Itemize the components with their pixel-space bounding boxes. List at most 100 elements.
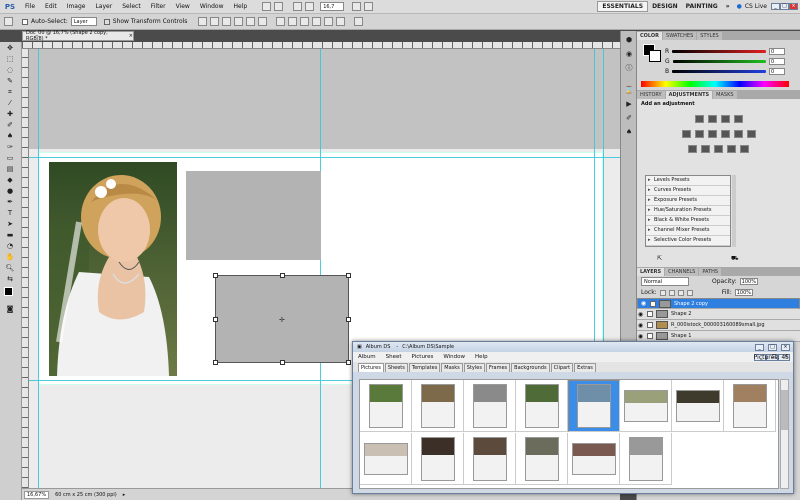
- picture-thumbnail[interactable]: [568, 380, 620, 432]
- zoom-tool-icon[interactable]: [305, 2, 315, 11]
- 3d-tool-icon[interactable]: ◔: [3, 241, 17, 251]
- exposure-icon[interactable]: [733, 115, 743, 123]
- dock-info-icon[interactable]: ⓘ: [622, 63, 636, 73]
- dock-history-icon[interactable]: ⌛: [622, 85, 636, 95]
- channel-g-input[interactable]: 0: [769, 57, 785, 65]
- guide-horizontal[interactable]: [29, 157, 620, 158]
- workspace-essentials[interactable]: ESSENTIALS: [597, 1, 649, 12]
- album-tab-templates[interactable]: Templates: [408, 363, 441, 372]
- transform-handle[interactable]: [346, 360, 351, 365]
- channel-b-input[interactable]: 0: [769, 67, 785, 75]
- pictures-scroll-thumb[interactable]: [781, 390, 788, 430]
- layer-row[interactable]: ◉ Shape 2: [637, 309, 800, 320]
- menu-select[interactable]: Select: [117, 3, 146, 10]
- healing-tool-icon[interactable]: ✚: [3, 109, 17, 119]
- foreground-color[interactable]: [4, 287, 13, 296]
- channel-mixer-icon[interactable]: [746, 130, 756, 138]
- close-button[interactable]: ×: [789, 3, 798, 10]
- align-right-icon[interactable]: [258, 17, 268, 26]
- dock-clone-icon[interactable]: ♠: [622, 127, 636, 137]
- shape-tool-icon[interactable]: ▬: [3, 230, 17, 240]
- zoom-tool-icon[interactable]: 🔍︎: [3, 263, 17, 273]
- blur-tool-icon[interactable]: ◆: [3, 175, 17, 185]
- path-select-tool-icon[interactable]: ➤: [3, 219, 17, 229]
- picture-thumbnail[interactable]: [516, 380, 568, 432]
- tab-swatches[interactable]: SWATCHES: [663, 32, 697, 40]
- tab-styles[interactable]: STYLES: [697, 32, 722, 40]
- minimize-button[interactable]: _: [771, 3, 780, 10]
- lock-position-icon[interactable]: [677, 289, 684, 296]
- preset-exposure[interactable]: Exposure Presets: [646, 196, 730, 206]
- eyedropper-tool-icon[interactable]: ⁄: [3, 98, 17, 108]
- guide-vertical[interactable]: [320, 49, 321, 488]
- quick-select-tool-icon[interactable]: ✎: [3, 76, 17, 86]
- channel-b-slider[interactable]: [672, 69, 766, 73]
- layer-link-checkbox[interactable]: [647, 322, 653, 328]
- transform-controls-checkbox[interactable]: [103, 18, 110, 25]
- tab-paths[interactable]: PATHS: [699, 268, 722, 276]
- hand-icon[interactable]: [293, 2, 303, 11]
- album-menu-window[interactable]: Window: [438, 354, 470, 360]
- screen-mode-icon[interactable]: [262, 2, 272, 11]
- picture-thumbnail[interactable]: [464, 433, 516, 485]
- preset-hue-saturation[interactable]: Hue/Saturation Presets: [646, 206, 730, 216]
- album-tab-clipart[interactable]: Clipart: [550, 363, 574, 372]
- cs-live-icon[interactable]: ●: [734, 3, 745, 10]
- bride-photo[interactable]: [49, 162, 177, 376]
- menu-filter[interactable]: Filter: [146, 3, 171, 10]
- picture-thumbnail[interactable]: [620, 380, 672, 432]
- visibility-eye-icon[interactable]: ◉: [637, 311, 644, 318]
- transform-handle[interactable]: [213, 273, 218, 278]
- distribute-bottom-icon[interactable]: [300, 17, 310, 26]
- visibility-eye-icon[interactable]: ◉: [640, 300, 647, 307]
- picture-thumbnail[interactable]: [464, 380, 516, 432]
- lock-pixels-icon[interactable]: [668, 289, 675, 296]
- auto-select-dropdown[interactable]: Layer: [70, 17, 97, 26]
- arrange-icon[interactable]: [352, 2, 362, 11]
- align-bottom-icon[interactable]: [222, 17, 232, 26]
- transform-handle[interactable]: [280, 360, 285, 365]
- menu-window[interactable]: Window: [195, 3, 229, 10]
- menu-layer[interactable]: Layer: [90, 3, 117, 10]
- pen-tool-icon[interactable]: ✒: [3, 197, 17, 207]
- dock-brushes-icon[interactable]: ✐: [622, 113, 636, 123]
- layer-name[interactable]: R_000istock_000003160089small.jpg: [671, 322, 765, 328]
- distribute-center-icon[interactable]: [324, 17, 334, 26]
- workspace-painting[interactable]: PAINTING: [682, 2, 722, 11]
- transform-handle[interactable]: [213, 360, 218, 365]
- transform-handle[interactable]: [346, 273, 351, 278]
- selective-color-icon[interactable]: [740, 145, 749, 153]
- dock-camera-icon[interactable]: ◉: [622, 49, 636, 59]
- shape-2-copy[interactable]: ✛: [213, 273, 351, 365]
- menu-file[interactable]: File: [20, 3, 40, 10]
- visibility-eye-icon[interactable]: ◉: [637, 322, 644, 329]
- album-menu-sheet[interactable]: Sheet: [381, 354, 407, 360]
- picture-thumbnail[interactable]: [620, 433, 672, 485]
- move-tool-icon[interactable]: ✥: [3, 43, 17, 53]
- menu-image[interactable]: Image: [62, 3, 91, 10]
- picture-thumbnail[interactable]: [412, 380, 464, 432]
- color-spectrum[interactable]: [641, 81, 789, 87]
- lock-all-icon[interactable]: [686, 289, 693, 296]
- brush-tool-icon[interactable]: ✐: [3, 120, 17, 130]
- album-menu-pictures[interactable]: Pictures: [407, 354, 439, 360]
- transform-handle[interactable]: [346, 317, 351, 322]
- layer-row[interactable]: ◉ Shape 2 copy: [637, 298, 800, 309]
- channel-r-input[interactable]: 0: [769, 47, 785, 55]
- color-background[interactable]: [649, 50, 661, 62]
- album-tab-sheets[interactable]: Sheets: [384, 363, 408, 372]
- distribute-middle-icon[interactable]: [288, 17, 298, 26]
- lasso-tool-icon[interactable]: ◌: [3, 65, 17, 75]
- album-tab-styles[interactable]: Styles: [463, 363, 485, 372]
- align-middle-icon[interactable]: [210, 17, 220, 26]
- workspace-design[interactable]: DESIGN: [648, 2, 682, 11]
- picture-thumbnail[interactable]: [360, 433, 412, 485]
- dock-actions-icon[interactable]: ▶: [622, 99, 636, 109]
- maximize-button[interactable]: □: [780, 3, 789, 10]
- tab-color[interactable]: COLOR: [637, 32, 663, 40]
- extras-icon[interactable]: [364, 2, 374, 11]
- ruler-horizontal[interactable]: [22, 42, 620, 49]
- picture-thumbnail[interactable]: [568, 433, 620, 485]
- album-tab-extras[interactable]: Extras: [574, 363, 596, 372]
- workspace-more[interactable]: »: [722, 2, 734, 11]
